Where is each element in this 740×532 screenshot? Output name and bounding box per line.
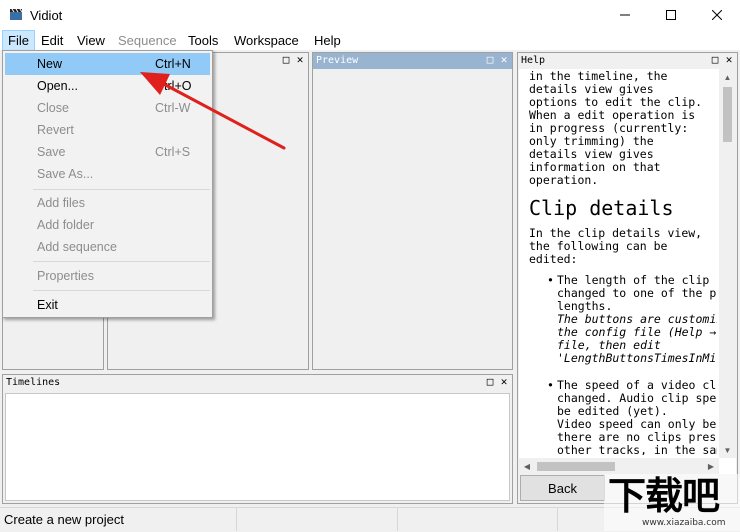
maximize-icon — [666, 10, 676, 20]
menu-item-shortcut: Ctrl+S — [155, 145, 191, 159]
help-line: edited: — [529, 252, 578, 266]
status-text: Create a new project — [4, 512, 124, 527]
restore-icon[interactable]: □ — [484, 54, 496, 66]
help-panel-header: Help □ ✕ — [518, 53, 737, 69]
menu-separator — [33, 189, 210, 190]
minimize-icon — [620, 14, 630, 16]
menu-workspace[interactable]: Workspace — [229, 31, 304, 50]
menu-item-label: Close — [37, 101, 69, 115]
bullet-icon: • — [547, 378, 554, 392]
menu-item-save[interactable]: Save Ctrl+S — [5, 141, 210, 163]
scroll-thumb[interactable] — [723, 87, 732, 142]
menu-item-properties[interactable]: Properties — [5, 265, 210, 287]
help-line: operation. — [529, 173, 599, 187]
title-bar: Vidiot — [0, 0, 740, 30]
scroll-up-icon[interactable]: ▲ — [719, 69, 736, 85]
timelines-panel: Timelines □ ✕ — [2, 374, 513, 504]
menu-separator — [33, 290, 210, 291]
preview-panel-header: Preview □ ✕ — [313, 53, 512, 69]
scroll-down-icon[interactable]: ▼ — [719, 442, 736, 458]
menu-view[interactable]: View — [72, 31, 110, 50]
menu-sequence[interactable]: Sequence — [113, 31, 182, 50]
window-title: Vidiot — [30, 8, 63, 23]
panel-close-icon[interactable]: ✕ — [723, 54, 735, 66]
watermark-logo: 下载吧 — [608, 474, 720, 518]
back-button[interactable]: Back — [520, 475, 605, 501]
timelines-area[interactable] — [5, 393, 510, 501]
menu-item-label: Open... — [37, 79, 78, 93]
help-bullet-speed: • The speed of a video cli changed. Audi… — [529, 378, 717, 456]
menu-item-label: New — [37, 57, 63, 71]
menu-item-label: Properties — [37, 269, 94, 283]
menu-item-new[interactable]: New Ctrl+N — [5, 53, 210, 75]
menu-edit[interactable]: Edit — [36, 31, 68, 50]
help-heading: Clip details — [529, 196, 674, 220]
menu-help[interactable]: Help — [309, 31, 346, 50]
help-panel: Help □ ✕ in the timeline, the details vi… — [517, 52, 738, 504]
clapperboard-icon — [10, 8, 23, 20]
menu-file[interactable]: File — [2, 30, 35, 51]
menu-item-exit[interactable]: Exit — [5, 294, 210, 316]
status-divider — [557, 508, 558, 531]
timelines-panel-title: Timelines — [6, 377, 61, 388]
panel-close-icon[interactable]: ✕ — [498, 376, 510, 388]
watermark: 下载吧 www.xiazaiba.com — [604, 474, 740, 531]
restore-icon[interactable]: □ — [484, 376, 496, 388]
menu-item-label: Add files — [37, 196, 85, 210]
status-divider — [236, 508, 237, 531]
restore-icon[interactable]: □ — [709, 54, 721, 66]
status-divider — [397, 508, 398, 531]
close-icon — [712, 10, 722, 20]
help-vertical-scrollbar[interactable]: ▲ ▼ — [719, 69, 736, 458]
menu-item-open[interactable]: Open... Ctrl+O — [5, 75, 210, 97]
help-horizontal-scrollbar[interactable]: ◀ ▶ — [519, 458, 719, 474]
preview-panel: Preview □ ✕ — [312, 52, 513, 370]
minimize-button[interactable] — [602, 0, 648, 30]
menu-item-label: Exit — [37, 298, 58, 312]
close-button[interactable] — [694, 0, 740, 30]
scroll-left-icon[interactable]: ◀ — [519, 458, 535, 474]
menu-item-label: Add folder — [37, 218, 94, 232]
help-panel-title: Help — [521, 55, 546, 66]
menu-item-label: Add sequence — [37, 240, 117, 254]
back-button-label: Back — [548, 480, 577, 496]
menu-item-shortcut: Ctrl+N — [155, 57, 191, 71]
menu-item-revert[interactable]: Revert — [5, 119, 210, 141]
menu-item-label: Save — [37, 145, 66, 159]
help-content-area: in the timeline, the details view gives … — [519, 69, 736, 474]
menu-item-close[interactable]: Close Ctrl-W — [5, 97, 210, 119]
menu-item-add-sequence[interactable]: Add sequence — [5, 236, 210, 258]
menu-item-label: Revert — [37, 123, 74, 137]
timelines-panel-header: Timelines □ ✕ — [3, 375, 512, 391]
help-paragraph: In the clip details view, the following … — [529, 227, 717, 266]
panel-close-icon[interactable]: ✕ — [498, 54, 510, 66]
help-bullet-length: • The length of the clip c changed to on… — [529, 274, 717, 365]
file-dropdown-menu: New Ctrl+N Open... Ctrl+O Close Ctrl-W R… — [2, 50, 213, 318]
watermark-url: www.xiazaiba.com — [642, 518, 726, 528]
help-intro: in the timeline, the details view gives … — [529, 70, 717, 187]
menu-item-shortcut: Ctrl+O — [155, 79, 192, 93]
maximize-button[interactable] — [648, 0, 694, 30]
help-line: other tracks, in the sam — [557, 443, 717, 456]
restore-icon[interactable]: □ — [280, 54, 292, 66]
menu-tools[interactable]: Tools — [183, 31, 223, 50]
menu-bar — [0, 30, 740, 50]
menu-item-shortcut: Ctrl-W — [155, 101, 191, 115]
panel-close-icon[interactable]: ✕ — [294, 54, 306, 66]
scroll-thumb[interactable] — [537, 462, 615, 471]
menu-separator — [33, 261, 210, 262]
preview-panel-title: Preview — [316, 55, 359, 66]
menu-item-add-folder[interactable]: Add folder — [5, 214, 210, 236]
menu-item-add-files[interactable]: Add files — [5, 192, 210, 214]
help-text: in the timeline, the details view gives … — [529, 70, 717, 455]
scroll-right-icon[interactable]: ▶ — [703, 458, 719, 474]
bullet-icon: • — [547, 273, 554, 287]
help-line: 'LengthButtonsTimesInMil — [557, 351, 717, 365]
menu-item-save-as[interactable]: Save As... — [5, 163, 210, 185]
menu-item-label: Save As... — [37, 167, 94, 181]
